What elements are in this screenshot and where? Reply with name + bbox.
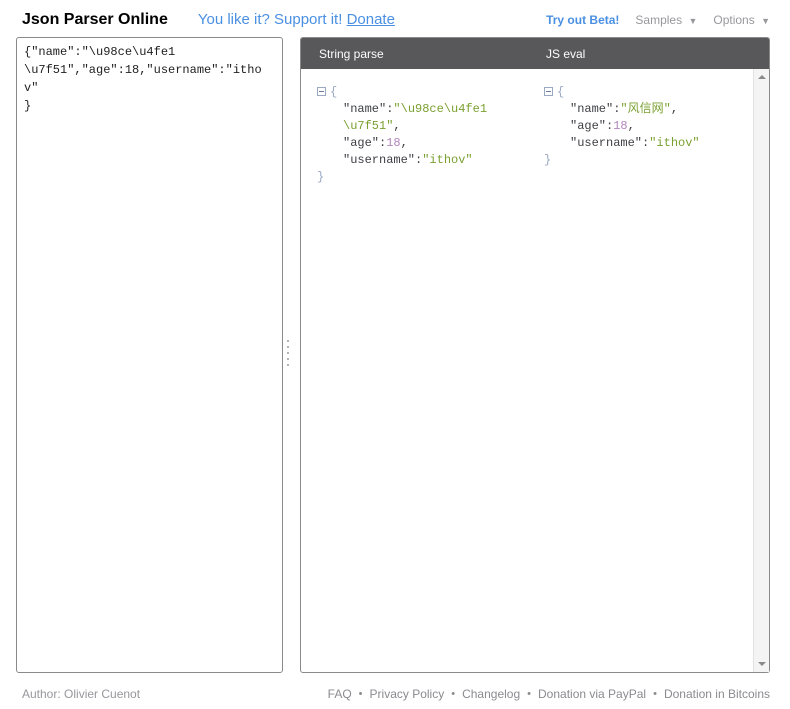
resize-dot: [287, 340, 289, 342]
result-panel: String parse JS eval { "name":"\u98ce\u4f…: [300, 37, 770, 673]
json-token-string: "\u98ce\u4fe1: [393, 102, 487, 116]
json-token-brace: {: [330, 85, 337, 99]
footer-links: FAQ • Privacy Policy • Changelog • Donat…: [328, 687, 770, 701]
js-eval-header: JS eval: [546, 47, 585, 61]
json-token-number: 18: [613, 119, 627, 133]
json-token-brace: }: [317, 170, 324, 184]
tree-line: "name":"风信网",: [544, 101, 744, 118]
js-eval-tree: { "name":"风信网","age":18,"username":"ithov…: [544, 84, 744, 169]
options-menu-label: Options: [713, 13, 754, 27]
tree-line: }: [317, 169, 535, 186]
panel-resize-handle[interactable]: [287, 340, 291, 366]
donate-link[interactable]: Donate: [347, 11, 395, 28]
json-token-key: "username": [570, 136, 642, 150]
resize-dot: [287, 364, 289, 366]
collapse-icon[interactable]: [544, 87, 553, 96]
footer-link-privacy-policy[interactable]: Privacy Policy: [370, 687, 445, 701]
json-token-brace: {: [557, 85, 564, 99]
json-token-key: "name": [343, 102, 386, 116]
bullet-separator: •: [359, 688, 363, 700]
json-token-punct: ,: [393, 119, 400, 133]
tree-line: "age":18,: [317, 135, 535, 152]
options-menu[interactable]: Options ▼: [713, 13, 770, 27]
json-token-number: 18: [386, 136, 400, 150]
author-text: Author: Olivier Cuenot: [22, 687, 140, 701]
footer: Author: Olivier Cuenot FAQ • Privacy Pol…: [0, 673, 790, 709]
json-token-string: "ithov": [649, 136, 699, 150]
chevron-down-icon: ▼: [688, 16, 697, 26]
header: Json Parser Online You like it? Support …: [0, 0, 790, 37]
scroll-up-icon[interactable]: [754, 69, 769, 85]
samples-menu-label: Samples: [635, 13, 682, 27]
result-panel-header: String parse JS eval: [301, 38, 769, 69]
footer-link-changelog[interactable]: Changelog: [462, 687, 520, 701]
support-text: You like it? Support it! Donate: [198, 11, 395, 28]
json-token-punct: ,: [671, 102, 678, 116]
json-token-string: "风信网": [620, 102, 670, 116]
bullet-separator: •: [527, 688, 531, 700]
result-panel-body: {"name":"\u98ce\u4fe1\u7f51","age":18,"u…: [301, 69, 769, 672]
tree-line: "username":"ithov": [317, 152, 535, 169]
page-title: Json Parser Online: [22, 11, 168, 29]
footer-link-faq[interactable]: FAQ: [328, 687, 352, 701]
json-token-punct: ,: [401, 136, 408, 150]
main-area: {"name":"\u98ce\u4fe1 \u7f51","age":18,"…: [0, 37, 790, 673]
json-token-string: "ithov": [422, 153, 472, 167]
footer-link-donation-paypal[interactable]: Donation via PayPal: [538, 687, 646, 701]
resize-dot: [287, 358, 289, 360]
tree-line: }: [544, 152, 744, 169]
tree-line: \u7f51",: [317, 118, 535, 135]
tree-line: "name":"\u98ce\u4fe1: [317, 101, 535, 118]
chevron-down-icon: ▼: [761, 16, 770, 26]
json-input[interactable]: {"name":"\u98ce\u4fe1 \u7f51","age":18,"…: [16, 37, 283, 673]
samples-menu[interactable]: Samples ▼: [635, 13, 697, 27]
scrollbar[interactable]: [753, 69, 769, 672]
tree-line: "age":18,: [544, 118, 744, 135]
resize-dot: [287, 352, 289, 354]
footer-link-donation-bitcoins[interactable]: Donation in Bitcoins: [664, 687, 770, 701]
json-token-punct: ,: [628, 119, 635, 133]
json-token-key: "username": [343, 153, 415, 167]
support-message: You like it? Support it!: [198, 11, 343, 28]
json-token-string: \u7f51": [343, 119, 393, 133]
json-token-key: "age": [570, 119, 606, 133]
json-token-brace: }: [544, 153, 551, 167]
tree-line: "username":"ithov": [544, 135, 744, 152]
header-menu-group: Try out Beta! Samples ▼ Options ▼: [546, 13, 770, 27]
scroll-down-icon[interactable]: [754, 656, 769, 672]
string-parse-tree: {"name":"\u98ce\u4fe1\u7f51","age":18,"u…: [317, 84, 535, 186]
json-token-key: "name": [570, 102, 613, 116]
string-parse-header: String parse: [319, 47, 384, 61]
bullet-separator: •: [653, 688, 657, 700]
bullet-separator: •: [451, 688, 455, 700]
resize-dot: [287, 346, 289, 348]
tree-line: {: [544, 84, 744, 101]
json-token-key: "age": [343, 136, 379, 150]
collapse-icon[interactable]: [317, 87, 326, 96]
tree-line: {: [317, 84, 535, 101]
beta-link[interactable]: Try out Beta!: [546, 13, 619, 27]
